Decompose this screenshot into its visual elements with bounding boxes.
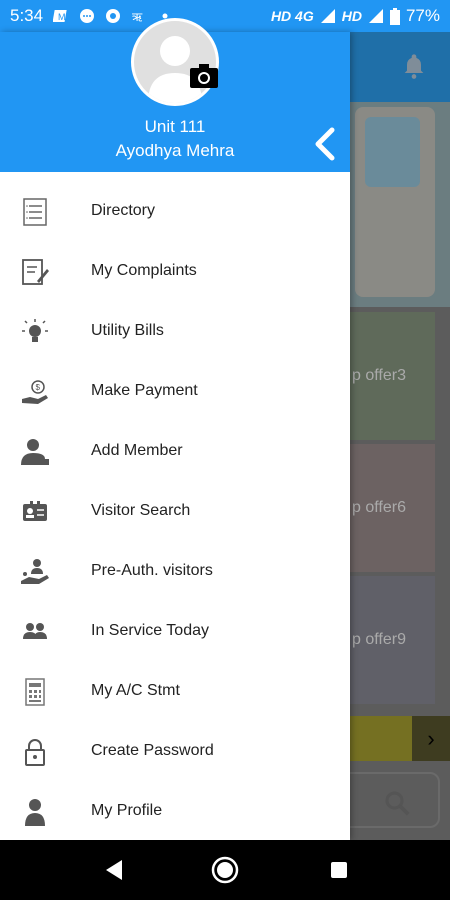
search-icon	[385, 791, 410, 816]
menu-item-directory[interactable]: Directory	[0, 182, 350, 242]
settings-notification-icon	[106, 9, 121, 23]
lock-icon	[18, 737, 52, 767]
back-icon[interactable]	[100, 856, 128, 884]
background-search-box	[350, 772, 440, 828]
service-people-icon	[18, 617, 52, 647]
system-nav-bar	[0, 840, 450, 900]
navigation-drawer: Unit 111 Ayodhya Mehra Directory My Comp…	[0, 18, 350, 842]
menu-item-make-payment[interactable]: $ Make Payment	[0, 362, 350, 422]
svg-text:$: $	[36, 383, 41, 392]
menu-item-utility-bills[interactable]: Utility Bills	[0, 302, 350, 362]
menu-item-my-ac-stmt[interactable]: My A/C Stmt	[0, 662, 350, 722]
background-header	[350, 32, 450, 102]
menu-item-label: In Service Today	[91, 622, 209, 639]
user-name: Ayodhya Mehra	[115, 141, 235, 160]
background-offer-tile: p offer3	[350, 312, 435, 440]
menu-item-label: My Complaints	[91, 262, 197, 279]
menu-item-label: Visitor Search	[91, 502, 191, 519]
menu-item-create-password[interactable]: Create Password	[0, 722, 350, 782]
menu-item-in-service-today[interactable]: In Service Today	[0, 602, 350, 662]
statement-icon	[18, 677, 52, 707]
pre-auth-icon	[18, 557, 52, 587]
menu-item-visitor-search[interactable]: Visitor Search	[0, 482, 350, 542]
recents-icon[interactable]	[325, 856, 353, 884]
lightbulb-icon	[18, 317, 52, 347]
unit-label: Unit 111	[144, 117, 206, 136]
id-card-icon	[18, 497, 52, 527]
drawer-header: Unit 111 Ayodhya Mehra	[0, 18, 350, 172]
status-time: 5:34	[10, 6, 44, 25]
chevron-left-icon[interactable]	[312, 126, 338, 162]
menu-item-pre-auth-visitors[interactable]: Pre-Auth. visitors	[0, 542, 350, 602]
chevron-right-icon: ›	[412, 716, 450, 761]
svg-text:ऋ: ऋ	[132, 10, 143, 24]
network-label-right: HD	[341, 8, 362, 24]
menu-item-label: Create Password	[91, 742, 214, 759]
notification-app-icon: M	[53, 10, 67, 22]
add-member-icon	[18, 437, 52, 467]
battery-level: 77%	[405, 6, 440, 25]
menu-item-label: Pre-Auth. visitors	[91, 562, 213, 579]
directory-icon	[18, 197, 52, 227]
camera-icon[interactable]	[190, 64, 218, 88]
bell-icon	[404, 54, 424, 79]
network-label-left: HD 4G	[270, 8, 314, 24]
svg-text:M: M	[58, 12, 66, 22]
background-offer-tile: p offer6	[350, 444, 435, 572]
menu-item-label: Utility Bills	[91, 322, 164, 339]
background-banner	[350, 102, 450, 307]
battery-icon	[389, 7, 400, 25]
menu-item-label: Add Member	[91, 442, 183, 459]
menu-item-add-member[interactable]: Add Member	[0, 422, 350, 482]
menu-item-label: Make Payment	[91, 382, 198, 399]
menu-item-label: My A/C Stmt	[91, 682, 180, 699]
signal-icon-2	[368, 9, 383, 23]
status-bar: 5:34 M ऋ HD 4G HD 77%	[0, 0, 450, 32]
home-icon[interactable]	[211, 856, 239, 884]
profile-icon	[18, 797, 52, 827]
person-placeholder-icon	[148, 36, 202, 103]
hindi-app-icon: ऋ	[132, 10, 143, 24]
complaints-icon	[18, 257, 52, 287]
menu-item-label: Directory	[91, 202, 156, 219]
avatar[interactable]	[131, 18, 219, 106]
signal-icon	[320, 9, 335, 23]
background-app-scrim[interactable]: p offer3 p offer6 p offer9 ›	[350, 32, 450, 840]
payment-icon: $	[18, 377, 52, 407]
background-offer-tile: p offer9	[350, 576, 435, 704]
background-banner-bar: ›	[350, 716, 450, 761]
menu-item-my-complaints[interactable]: My Complaints	[0, 242, 350, 302]
message-icon	[80, 9, 95, 23]
menu-item-label: My Profile	[91, 802, 163, 819]
menu-item-my-profile[interactable]: My Profile	[0, 782, 350, 842]
